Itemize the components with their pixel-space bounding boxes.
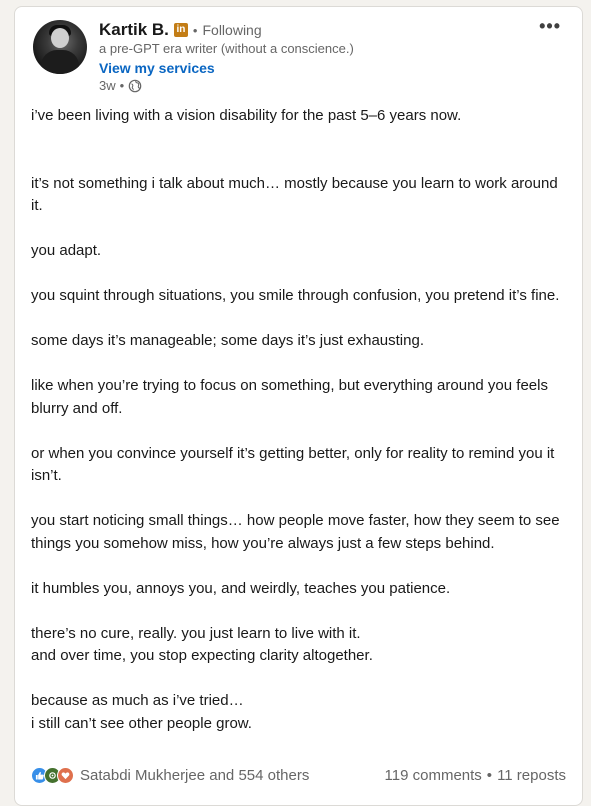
following-status: Following bbox=[202, 22, 262, 38]
post-paragraph: you squint through situations, you smile… bbox=[31, 287, 560, 304]
post-paragraph: or when you convince yourself it’s getti… bbox=[31, 444, 559, 485]
post-time: 3w bbox=[99, 78, 116, 93]
post-paragraph: it’s not something i talk about much… mo… bbox=[31, 174, 562, 215]
author-name[interactable]: Kartik B. bbox=[99, 20, 169, 40]
author-row: Kartik B. in • Following bbox=[99, 19, 262, 41]
reactions-count[interactable]: Satabdi Mukherjee and 554 others bbox=[80, 767, 309, 784]
post-paragraph: like when you’re trying to focus on some… bbox=[31, 377, 553, 417]
more-options-button[interactable]: ••• bbox=[539, 16, 561, 37]
post-paragraph: you start noticing small things… how peo… bbox=[31, 512, 564, 552]
post-meta: 3w • bbox=[99, 78, 142, 93]
post-paragraph: it humbles you, annoys you, and weirdly,… bbox=[31, 579, 451, 597]
post-paragraph: you adapt. bbox=[31, 242, 102, 259]
avatar-body bbox=[41, 50, 79, 74]
comments-count[interactable]: 119 comments bbox=[385, 767, 482, 784]
author-headline: a pre-GPT era writer (without a conscien… bbox=[99, 41, 354, 56]
following-separator: • bbox=[192, 22, 198, 38]
linkedin-badge-icon: in bbox=[173, 23, 188, 37]
view-services-link[interactable]: View my services bbox=[99, 60, 215, 76]
avatar-head bbox=[51, 28, 69, 48]
reaction-icons bbox=[31, 766, 74, 784]
post-paragraph: there’s no cure, really. you just learn … bbox=[31, 624, 373, 665]
post-paragraph: i’ve been living with a vision disabilit… bbox=[31, 107, 462, 124]
post-paragraph: because as much as i’ve tried… i still c… bbox=[31, 692, 252, 732]
reposts-count[interactable]: 11 reposts bbox=[497, 767, 566, 784]
post-body: i’ve been living with a vision disabilit… bbox=[31, 105, 571, 735]
engagement-stats: 119 comments • 11 reposts bbox=[385, 767, 566, 784]
post-paragraph: some days it’s manageable; some days it’… bbox=[31, 332, 424, 349]
meta-separator: • bbox=[119, 78, 125, 93]
author-avatar[interactable] bbox=[33, 20, 87, 74]
stats-separator: • bbox=[486, 766, 493, 784]
reactions-summary[interactable]: Satabdi Mukherjee and 554 others bbox=[31, 766, 309, 784]
globe-icon bbox=[128, 79, 142, 92]
social-counts-row: Satabdi Mukherjee and 554 others 119 com… bbox=[31, 765, 566, 785]
love-icon bbox=[57, 766, 74, 784]
